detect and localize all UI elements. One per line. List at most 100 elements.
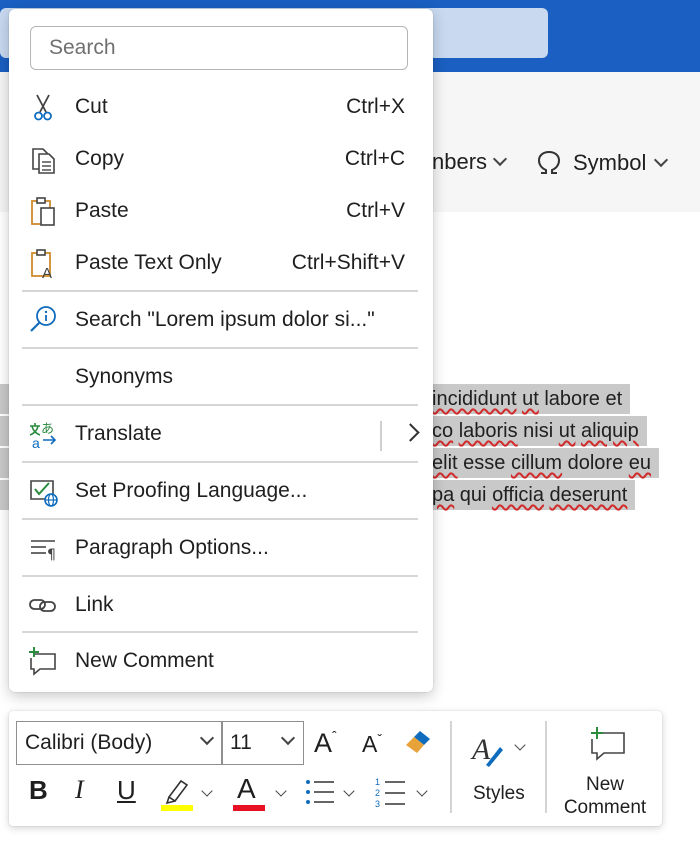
document-text: esse [457,452,511,474]
document-text: qui [454,484,493,506]
menu-item-smart-lookup[interactable]: Search "Lorem ipsum dolor si..." [22,295,420,345]
misspelled-word: elit [432,452,458,474]
misspelled-word: aliquip [580,420,639,442]
menu-item-paste-text-only[interactable]: A Paste Text Only Ctrl+Shift+V [22,238,420,288]
caret-up-icon: ˆ [332,728,337,744]
chevron-down-icon[interactable] [275,785,287,797]
menu-item-shortcut: Ctrl+V [346,199,405,222]
svg-text:¶: ¶ [47,547,56,563]
menu-item-label: Paragraph Options... [75,536,269,559]
svg-text:a: a [32,435,40,451]
document-text: nisi [517,420,559,442]
menu-item-shortcut: Ctrl+X [346,95,405,118]
misspelled-word: incididunt [432,388,517,410]
chevron-down-icon[interactable] [280,730,296,746]
menu-search-box[interactable] [30,26,408,70]
symbol-dropdown[interactable]: Symbol [535,149,669,177]
document-text: labore et [538,388,623,410]
new-comment-icon [591,727,625,761]
highlighter-icon [161,779,193,811]
menu-item-label: Cut [75,95,108,118]
omega-icon [537,150,561,174]
menu-search-input[interactable] [47,35,391,61]
highlight-button[interactable] [159,775,219,815]
menu-item-shortcut: Ctrl+C [344,147,405,170]
misspelled-word: co [432,420,454,442]
svg-text:3: 3 [375,799,380,809]
numbering-icon: 1 2 3 [375,777,405,809]
toolbar-divider [450,721,452,813]
paragraph-icon: ¶ [31,540,56,563]
document-line[interactable]: elit esse cillum dolore eu [432,448,660,478]
menu-item-cut[interactable]: Cut Ctrl+X [22,82,420,132]
menu-item-paragraph-options[interactable]: ¶ Paragraph Options... [22,523,420,573]
translate-icon: あ a [29,422,57,451]
numbering-button[interactable]: 1 2 3 [374,775,434,815]
menu-separator [22,347,418,349]
misspelled-word: eu [628,452,652,474]
chevron-down-icon [492,151,508,167]
new-comment-label-line1: New [585,774,624,795]
chevron-right-icon[interactable] [401,423,420,442]
font-name-combo[interactable]: Calibri (Body) [16,721,223,765]
mini-toolbar: Calibri (Body) 11 Aˆ Aˇ B I U A 1 2 3 A … [9,711,662,826]
menu-separator [22,518,418,520]
grow-font-button[interactable]: Aˆ [314,728,337,759]
document-line[interactable]: incididunt ut labore et [432,384,631,414]
svg-text:A: A [470,733,491,766]
new-comment-button[interactable]: New Comment [554,725,656,819]
styles-icon: A [470,733,503,767]
menu-item-label: Link [75,593,114,616]
grow-font-label: A [314,728,333,758]
menu-item-label: Set Proofing Language... [75,479,308,502]
context-menu: Cut Ctrl+X Copy Ctrl+C Paste Ctrl+V A Pa… [9,9,433,692]
menu-item-label: Synonyms [75,365,174,388]
chevron-down-icon[interactable] [199,730,215,746]
menu-item-paste[interactable]: Paste Ctrl+V [22,186,420,236]
submenu-divider [380,421,382,451]
misspelled-word: officia [492,484,544,506]
svg-text:あ: あ [41,422,54,437]
scissors-icon [34,94,52,121]
misspelled-word: ut [522,388,539,410]
menu-separator [22,404,418,406]
menu-item-synonyms[interactable]: Synonyms [22,352,420,402]
italic-button[interactable]: I [75,775,84,805]
numbers-dropdown[interactable]: nbers [432,149,508,175]
paste-icon [31,197,55,226]
menu-item-link[interactable]: Link [22,580,420,630]
font-size-value: 11 [230,731,252,754]
menu-item-new-comment[interactable]: New Comment [22,636,420,686]
chevron-down-icon[interactable] [416,785,428,797]
new-comment-icon [29,647,56,676]
menu-separator [22,461,418,463]
underline-button[interactable]: U [117,775,136,806]
caret-down-icon: ˇ [377,731,383,747]
new-comment-label-line2: Comment [563,797,647,818]
menu-separator [22,631,418,633]
chevron-down-icon[interactable] [201,785,213,797]
menu-separator [22,290,418,292]
styles-label: Styles [473,783,525,804]
menu-item-label: Paste [75,199,129,222]
chevron-down-icon[interactable] [343,785,355,797]
bullets-button[interactable] [303,775,363,815]
menu-item-set-proofing-language[interactable]: Set Proofing Language... [22,466,420,516]
document-line[interactable]: pa qui officia deserunt [432,480,636,510]
shrink-font-button[interactable]: Aˇ [362,731,382,758]
chevron-down-icon[interactable] [514,739,526,751]
styles-button[interactable]: A Styles [464,725,544,817]
svg-text:A: A [42,265,52,280]
font-color-button[interactable]: A [231,773,291,815]
document-line[interactable]: co laboris nisi ut aliquip [432,416,647,446]
svg-text:2: 2 [375,788,380,798]
menu-item-shortcut: Ctrl+Shift+V [291,251,405,274]
menu-item-translate[interactable]: あ a Translate [22,409,420,459]
bold-button[interactable]: B [29,775,48,806]
menu-item-label: New Comment [75,649,214,672]
link-icon [29,599,56,612]
clear-formatting-icon[interactable] [402,727,434,759]
chevron-down-icon [654,152,669,168]
menu-item-copy[interactable]: Copy Ctrl+C [22,134,420,184]
font-size-combo[interactable]: 11 [221,721,304,765]
